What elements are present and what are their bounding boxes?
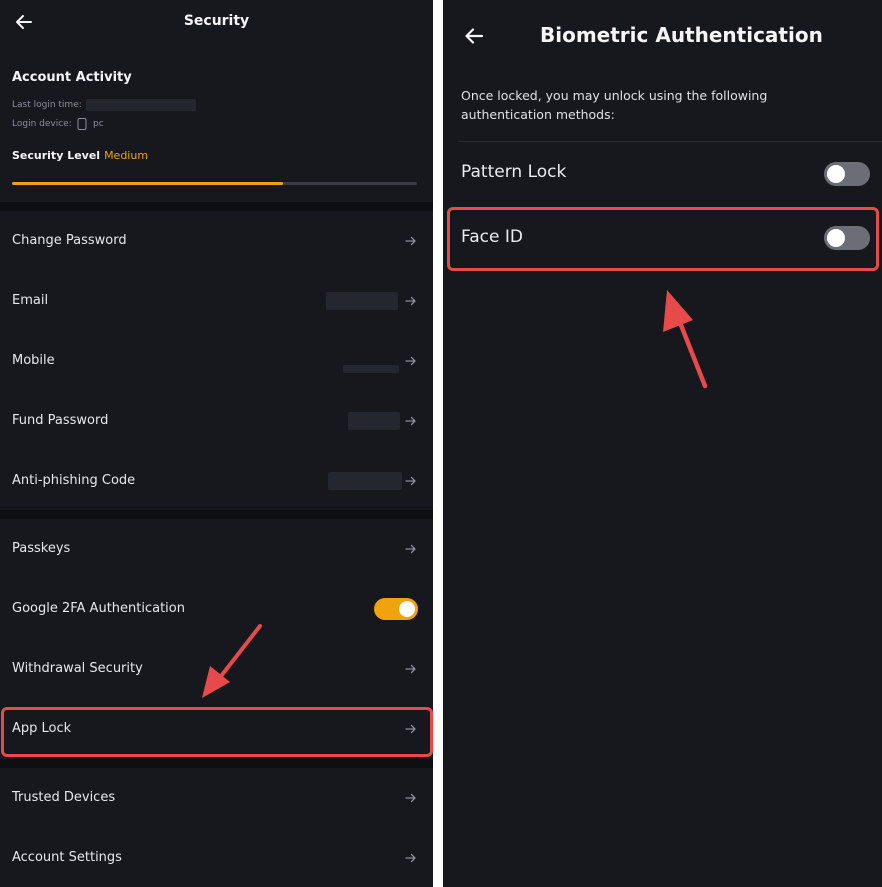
row-label: Anti-phishing Code xyxy=(12,473,136,488)
row-label: App Lock xyxy=(12,721,72,736)
section-divider xyxy=(0,510,433,519)
redacted-anti-phishing xyxy=(328,472,402,490)
row-label: Email xyxy=(12,293,49,308)
page-title: Biometric Authentication xyxy=(540,23,823,47)
arrow-right-icon xyxy=(405,356,416,366)
security-level: Security Level Medium xyxy=(12,149,148,162)
page-title: Security xyxy=(183,13,250,29)
biometric-auth-screen xyxy=(443,0,882,887)
row-trusted-devices[interactable]: Trusted Devices xyxy=(0,768,433,828)
redacted-email xyxy=(326,292,398,310)
account-activity-title: Account Activity xyxy=(12,70,132,85)
back-button[interactable] xyxy=(463,26,485,46)
row-label: Fund Password xyxy=(12,413,109,428)
security-level-label: Security Level xyxy=(12,149,101,162)
row-anti-phishing-code[interactable]: Anti-phishing Code xyxy=(0,451,433,511)
redacted-fund-password xyxy=(348,412,400,430)
security-screen: Security Account Activity Last login tim… xyxy=(0,0,433,887)
row-label: Account Settings xyxy=(12,850,122,865)
redacted-last-login xyxy=(86,99,196,111)
row-label: Mobile xyxy=(12,353,55,368)
arrow-right-icon xyxy=(405,236,416,246)
row-email[interactable]: Email xyxy=(0,271,433,331)
row-label: Withdrawal Security xyxy=(12,661,143,676)
row-mobile[interactable]: Mobile xyxy=(0,331,433,391)
pointer-arrow-icon xyxy=(663,290,708,389)
face-id-toggle[interactable] xyxy=(824,226,870,250)
description: Once locked, you may unlock using the fo… xyxy=(461,88,768,122)
toggle-knob xyxy=(399,601,415,617)
section-divider xyxy=(0,202,433,211)
toggle-knob xyxy=(827,165,845,183)
login-device-label: Login device: xyxy=(12,119,72,129)
row-app-lock[interactable]: App Lock xyxy=(0,699,433,759)
toggle-knob xyxy=(827,229,845,247)
arrow-right-icon xyxy=(405,793,416,803)
google-2fa-toggle[interactable] xyxy=(374,598,418,620)
row-account-settings[interactable]: Account Settings xyxy=(0,828,433,887)
arrow-right-icon xyxy=(405,296,416,306)
row-passkeys[interactable]: Passkeys xyxy=(0,519,433,579)
login-device-value: pc xyxy=(93,119,104,129)
arrow-right-icon xyxy=(405,544,416,554)
pattern-lock-label: Pattern Lock xyxy=(461,162,567,182)
row-label: Trusted Devices xyxy=(12,790,116,805)
arrow-left-icon xyxy=(465,28,484,44)
security-level-bar-fill xyxy=(12,182,284,185)
arrow-right-icon xyxy=(405,416,416,426)
arrow-right-icon xyxy=(405,724,416,734)
section-divider xyxy=(458,141,882,142)
row-change-password[interactable]: Change Password xyxy=(0,211,433,271)
arrow-right-icon xyxy=(405,853,416,863)
phone-icon xyxy=(77,118,87,130)
row-label: Change Password xyxy=(12,233,127,248)
row-label: Passkeys xyxy=(12,541,71,556)
row-label: Google 2FA Authentication xyxy=(12,601,185,616)
security-level-bar xyxy=(12,182,417,185)
pattern-lock-toggle[interactable] xyxy=(824,162,870,186)
security-level-value: Medium xyxy=(104,149,149,162)
redacted-mobile xyxy=(343,365,399,373)
arrow-right-icon xyxy=(405,664,416,674)
last-login-label: Last login time: xyxy=(12,100,82,110)
arrow-right-icon xyxy=(405,476,416,486)
section-divider xyxy=(0,759,433,768)
row-fund-password[interactable]: Fund Password xyxy=(0,391,433,451)
pointer-arrow-icon xyxy=(202,624,262,698)
face-id-label: Face ID xyxy=(461,227,523,247)
